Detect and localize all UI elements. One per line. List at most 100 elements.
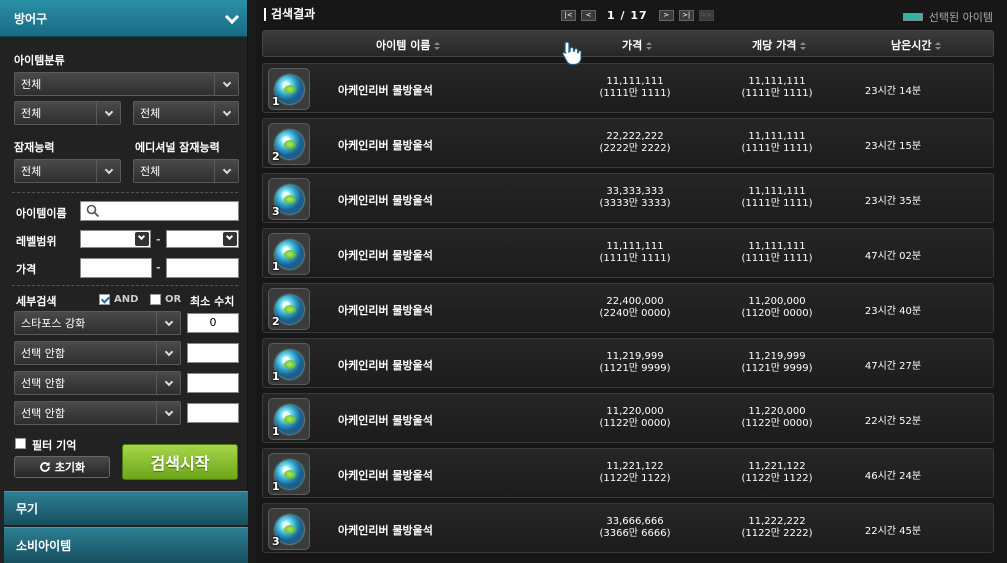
chevron-down-icon: [214, 160, 238, 182]
result-row[interactable]: 3 아케인리버 물방울석 33,666,666 (3366만 6666) 11,222,…: [262, 503, 994, 553]
chevron-down-icon: [96, 160, 120, 182]
price-korean: (3333만 3333): [599, 198, 671, 209]
first-page-button[interactable]: |<: [561, 10, 576, 21]
item-time-left: 23시간 14분: [864, 86, 922, 97]
result-row[interactable]: 1 아케인리버 물방울석 11,111,111 (1111만 1111) 11,111,…: [262, 63, 994, 113]
item-icon-box: 1: [268, 343, 310, 385]
next-block-button[interactable]: >>: [698, 10, 714, 21]
filter-memory-label: 필터 기억: [32, 439, 77, 452]
legend-label: 선택된 아이템: [928, 11, 993, 24]
column-header-time-left[interactable]: 남은시간: [891, 37, 942, 53]
detail-value-input-3[interactable]: [187, 373, 239, 393]
result-row[interactable]: 3 아케인리버 물방울석 33,333,333 (3333만 3333) 11,111,…: [262, 173, 994, 223]
item-category-select[interactable]: 전체: [14, 72, 239, 96]
item-quantity: 1: [272, 95, 280, 108]
reset-button[interactable]: 초기화: [14, 456, 110, 478]
item-price: 11,111,111 (1111만 1111): [565, 76, 705, 100]
price-max-input[interactable]: [166, 258, 239, 278]
detail-option-select-3[interactable]: 선택 안함: [14, 371, 181, 395]
price-korean: (1122만 0000): [599, 418, 671, 429]
item-subcategory-value-2: 전체: [140, 107, 161, 120]
reset-label: 초기화: [54, 461, 86, 474]
filter-memory-checkbox[interactable]: [15, 438, 26, 449]
item-quantity: 1: [272, 480, 280, 493]
item-price: 11,220,000 (1122만 0000): [565, 406, 705, 430]
price-korean: (1121만 9999): [599, 363, 671, 374]
item-unit-price: 11,111,111 (1111만 1111): [707, 131, 847, 155]
item-icon-box: 3: [268, 508, 310, 550]
potential-label: 잠재능력: [14, 141, 55, 154]
price-value: 11,219,999: [606, 351, 664, 362]
potential-select[interactable]: 전체: [14, 159, 121, 183]
and-checkbox[interactable]: [99, 294, 110, 305]
item-name-input[interactable]: [80, 201, 239, 221]
category-weapon-bar[interactable]: 무기: [4, 491, 248, 525]
additional-potential-label: 에디셔널 잠재능력: [135, 141, 220, 154]
item-subcategory-select-2[interactable]: 전체: [133, 101, 239, 125]
price-range-separator: -: [156, 261, 161, 274]
result-row[interactable]: 1 아케인리버 물방울석 11,219,999 (1121만 9999) 11,219,…: [262, 338, 994, 388]
unit-price-value: 11,111,111: [748, 241, 806, 252]
or-checkbox[interactable]: [150, 294, 161, 305]
item-name: 아케인리버 물방울석: [338, 194, 433, 207]
chevron-down-icon: [214, 73, 238, 95]
result-row[interactable]: 2 아케인리버 물방울석 22,400,000 (2240만 0000) 11,200,…: [262, 283, 994, 333]
results-table-header: 아이템 이름 가격 개당 가격 남은시간: [262, 30, 994, 57]
level-min-select[interactable]: [80, 230, 151, 248]
result-row[interactable]: 1 아케인리버 물방울석 11,111,111 (1111만 1111) 11,111,…: [262, 228, 994, 278]
item-price: 33,333,333 (3333만 3333): [565, 186, 705, 210]
price-min-input[interactable]: [80, 258, 152, 278]
unit-price-value: 11,222,222: [748, 516, 806, 527]
item-time-left: 23시간 15분: [864, 141, 922, 152]
refresh-icon: [39, 461, 50, 472]
or-label: OR: [165, 294, 182, 305]
item-time-left: 22시간 52분: [864, 416, 922, 427]
unit-price-value: 11,111,111: [748, 186, 806, 197]
chevron-down-icon: [225, 12, 237, 24]
detail-option-select-4[interactable]: 선택 안함: [14, 401, 181, 425]
detail-option-value-2: 선택 안함: [21, 347, 65, 360]
detail-value-input-1[interactable]: 0: [187, 313, 239, 333]
chevron-down-icon: [156, 402, 180, 424]
category-consumable-bar[interactable]: 소비아이템: [4, 527, 248, 563]
item-price: 22,222,222 (2222만 2222): [565, 131, 705, 155]
item-name: 아케인리버 물방울석: [338, 139, 433, 152]
detail-option-select-1[interactable]: 스타포스 강화: [14, 311, 181, 335]
column-header-unit-price[interactable]: 개당 가격: [752, 37, 807, 53]
column-unit-price-label: 개당 가격: [752, 39, 797, 52]
result-row[interactable]: 2 아케인리버 물방울석 22,222,222 (2222만 2222) 11,111,…: [262, 118, 994, 168]
item-quantity: 1: [272, 370, 280, 383]
detail-option-value-4: 선택 안함: [21, 407, 65, 420]
item-price: 33,666,666 (3366만 6666): [565, 516, 705, 540]
total-pages: 17: [630, 9, 648, 22]
item-time-left: 47시간 02분: [864, 251, 922, 262]
chevron-down-icon: [156, 342, 180, 364]
hand-cursor-icon: [562, 41, 582, 66]
category-armor-header[interactable]: 방어구: [0, 0, 247, 37]
category-weapon-label: 무기: [16, 502, 39, 516]
search-start-button[interactable]: 검색시작: [122, 444, 238, 480]
prev-page-button[interactable]: <: [581, 10, 596, 21]
sort-icon: [646, 41, 653, 51]
level-max-select[interactable]: [166, 230, 239, 248]
result-row[interactable]: 1 아케인리버 물방울석 11,220,000 (1122만 0000) 11,220,…: [262, 393, 994, 443]
price-korean: (1122만 1122): [599, 473, 671, 484]
item-quantity: 3: [272, 205, 280, 218]
result-row[interactable]: 1 아케인리버 물방울석 11,221,122 (1122만 1122) 11,221,…: [262, 448, 994, 498]
and-label: AND: [114, 294, 139, 305]
price-korean: (2222만 2222): [599, 143, 671, 154]
last-page-button[interactable]: >|: [678, 10, 694, 21]
column-header-name[interactable]: 아이템 이름: [376, 37, 441, 53]
current-page: 1: [607, 9, 616, 22]
item-price: 11,219,999 (1121만 9999): [565, 351, 705, 375]
detail-value-input-4[interactable]: [187, 403, 239, 423]
detail-option-select-2[interactable]: 선택 안함: [14, 341, 181, 365]
additional-potential-select[interactable]: 전체: [133, 159, 239, 183]
pagination: |< < 1 / 17 > >| >>: [561, 9, 714, 22]
detail-value-input-2[interactable]: [187, 343, 239, 363]
search-results-panel: 검색결과 |< < 1 / 17 > >| >> 선택된 아이템 아이템 이름 …: [256, 0, 1007, 563]
unit-price-korean: (1111만 1111): [741, 143, 813, 154]
column-header-price[interactable]: 가격: [622, 37, 653, 53]
item-subcategory-select-1[interactable]: 전체: [14, 101, 121, 125]
next-page-button[interactable]: >: [658, 10, 674, 21]
